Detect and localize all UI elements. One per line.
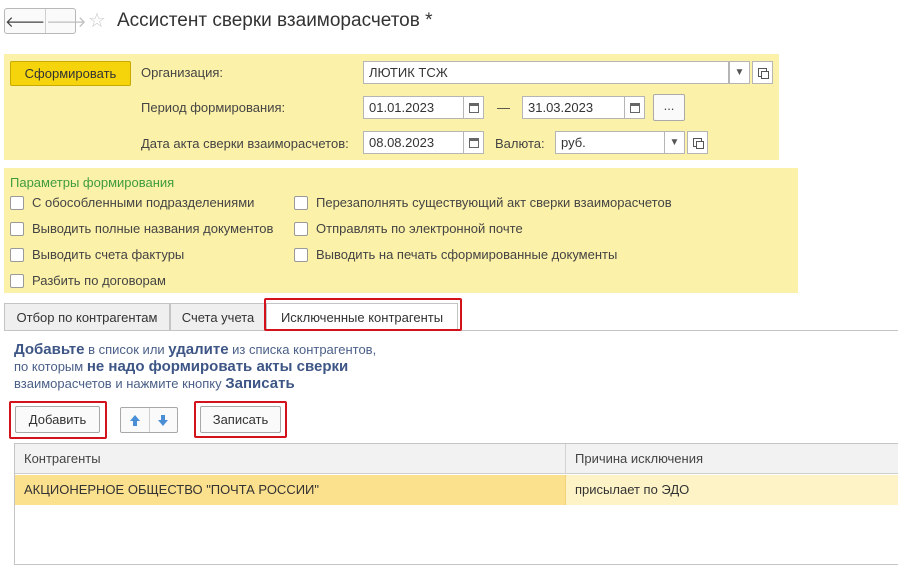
organization-dropdown-button[interactable]: ▼ <box>729 61 750 84</box>
tab-accounts[interactable]: Счета учета <box>170 303 266 331</box>
option-invoices[interactable]: Выводить счета фактуры <box>10 247 184 262</box>
highlight-frame-add <box>9 401 107 439</box>
option-refill-act[interactable]: Перезаполнять существующий акт сверки вз… <box>294 195 672 210</box>
checkbox[interactable] <box>10 221 24 236</box>
calendar-icon <box>629 102 640 113</box>
arrow-up-icon <box>129 414 140 426</box>
table-row-reason-cell[interactable]: присылает по ЭДО <box>566 475 898 505</box>
checkbox[interactable] <box>10 195 24 210</box>
move-down-button[interactable] <box>148 408 178 432</box>
option-split-by-contracts[interactable]: Разбить по договорам <box>10 273 166 288</box>
period-label: Период формирования: <box>141 100 286 115</box>
organization-field[interactable]: ЛЮТИК ТСЖ <box>363 61 729 84</box>
option-full-document-names[interactable]: Выводить полные названия документов <box>10 221 273 236</box>
option-label: Перезаполнять существующий акт сверки вз… <box>316 195 672 210</box>
option-label: Выводить счета фактуры <box>32 247 185 262</box>
chevron-down-icon: ▼ <box>734 67 745 78</box>
tab-counterparty-filter[interactable]: Отбор по контрагентам <box>4 303 170 331</box>
act-date-label: Дата акта сверки взаиморасчетов: <box>141 136 349 151</box>
open-icon <box>758 68 769 79</box>
option-print-documents[interactable]: Выводить на печать сформированные докуме… <box>294 247 617 262</box>
parameters-title: Параметры формирования <box>10 175 175 190</box>
currency-label: Валюта: <box>495 136 545 151</box>
move-up-button[interactable] <box>121 408 149 432</box>
back-arrow-icon[interactable]: 🡐 <box>5 9 45 33</box>
arrow-down-icon <box>158 414 169 426</box>
table-row-counterparty-cell[interactable]: АКЦИОНЕРНОЕ ОБЩЕСТВО "ПОЧТА РОССИИ" <box>15 475 566 505</box>
period-from-field[interactable]: 01.01.2023 <box>363 96 464 119</box>
highlight-frame-save <box>194 401 287 438</box>
open-icon <box>693 138 704 149</box>
chevron-down-icon: ▼ <box>669 137 680 148</box>
act-date-calendar-button[interactable] <box>463 131 484 154</box>
currency-dropdown-button[interactable]: ▼ <box>664 131 685 154</box>
instruction-text: Добавьте в список или удалите из списка … <box>14 341 377 392</box>
option-label: Отправлять по электронной почте <box>316 221 523 236</box>
period-to-field[interactable]: 31.03.2023 <box>522 96 625 119</box>
option-separate-divisions[interactable]: С обособленными подразделениями <box>10 195 254 210</box>
calendar-icon <box>468 102 479 113</box>
forward-arrow-icon[interactable]: 🡒 <box>45 9 86 33</box>
highlight-frame-tab <box>264 298 462 331</box>
option-label: Выводить полные названия документов <box>32 221 274 236</box>
checkbox[interactable] <box>10 273 24 288</box>
option-label: С обособленными подразделениями <box>32 195 255 210</box>
checkbox[interactable] <box>10 247 24 262</box>
option-label: Выводить на печать сформированные докуме… <box>316 247 618 262</box>
period-separator: — <box>497 100 510 115</box>
checkbox[interactable] <box>294 195 308 210</box>
period-select-button[interactable]: ... <box>653 94 685 121</box>
period-from-calendar-button[interactable] <box>463 96 484 119</box>
calendar-icon <box>468 137 479 148</box>
act-date-field[interactable]: 08.08.2023 <box>363 131 464 154</box>
excluded-counterparties-table[interactable]: Контрагенты Причина исключения АКЦИОНЕРН… <box>14 443 898 565</box>
window-title: Ассистент сверки взаиморасчетов * <box>117 10 433 31</box>
currency-open-button[interactable] <box>687 131 708 154</box>
column-header-counterparties[interactable]: Контрагенты <box>15 444 566 474</box>
organization-open-button[interactable] <box>752 61 773 84</box>
favorite-star-icon[interactable]: ☆ <box>88 10 106 32</box>
generate-button[interactable]: Сформировать <box>10 61 131 86</box>
navigation-buttons: 🡐 🡒 <box>4 8 86 34</box>
column-header-reason[interactable]: Причина исключения <box>566 444 898 474</box>
option-send-email[interactable]: Отправлять по электронной почте <box>294 221 523 236</box>
checkbox[interactable] <box>294 221 308 236</box>
currency-field[interactable]: руб. <box>555 131 665 154</box>
checkbox[interactable] <box>294 247 308 262</box>
move-buttons <box>120 407 178 433</box>
organization-label: Организация: <box>141 65 224 80</box>
option-label: Разбить по договорам <box>32 273 166 288</box>
period-to-calendar-button[interactable] <box>624 96 645 119</box>
